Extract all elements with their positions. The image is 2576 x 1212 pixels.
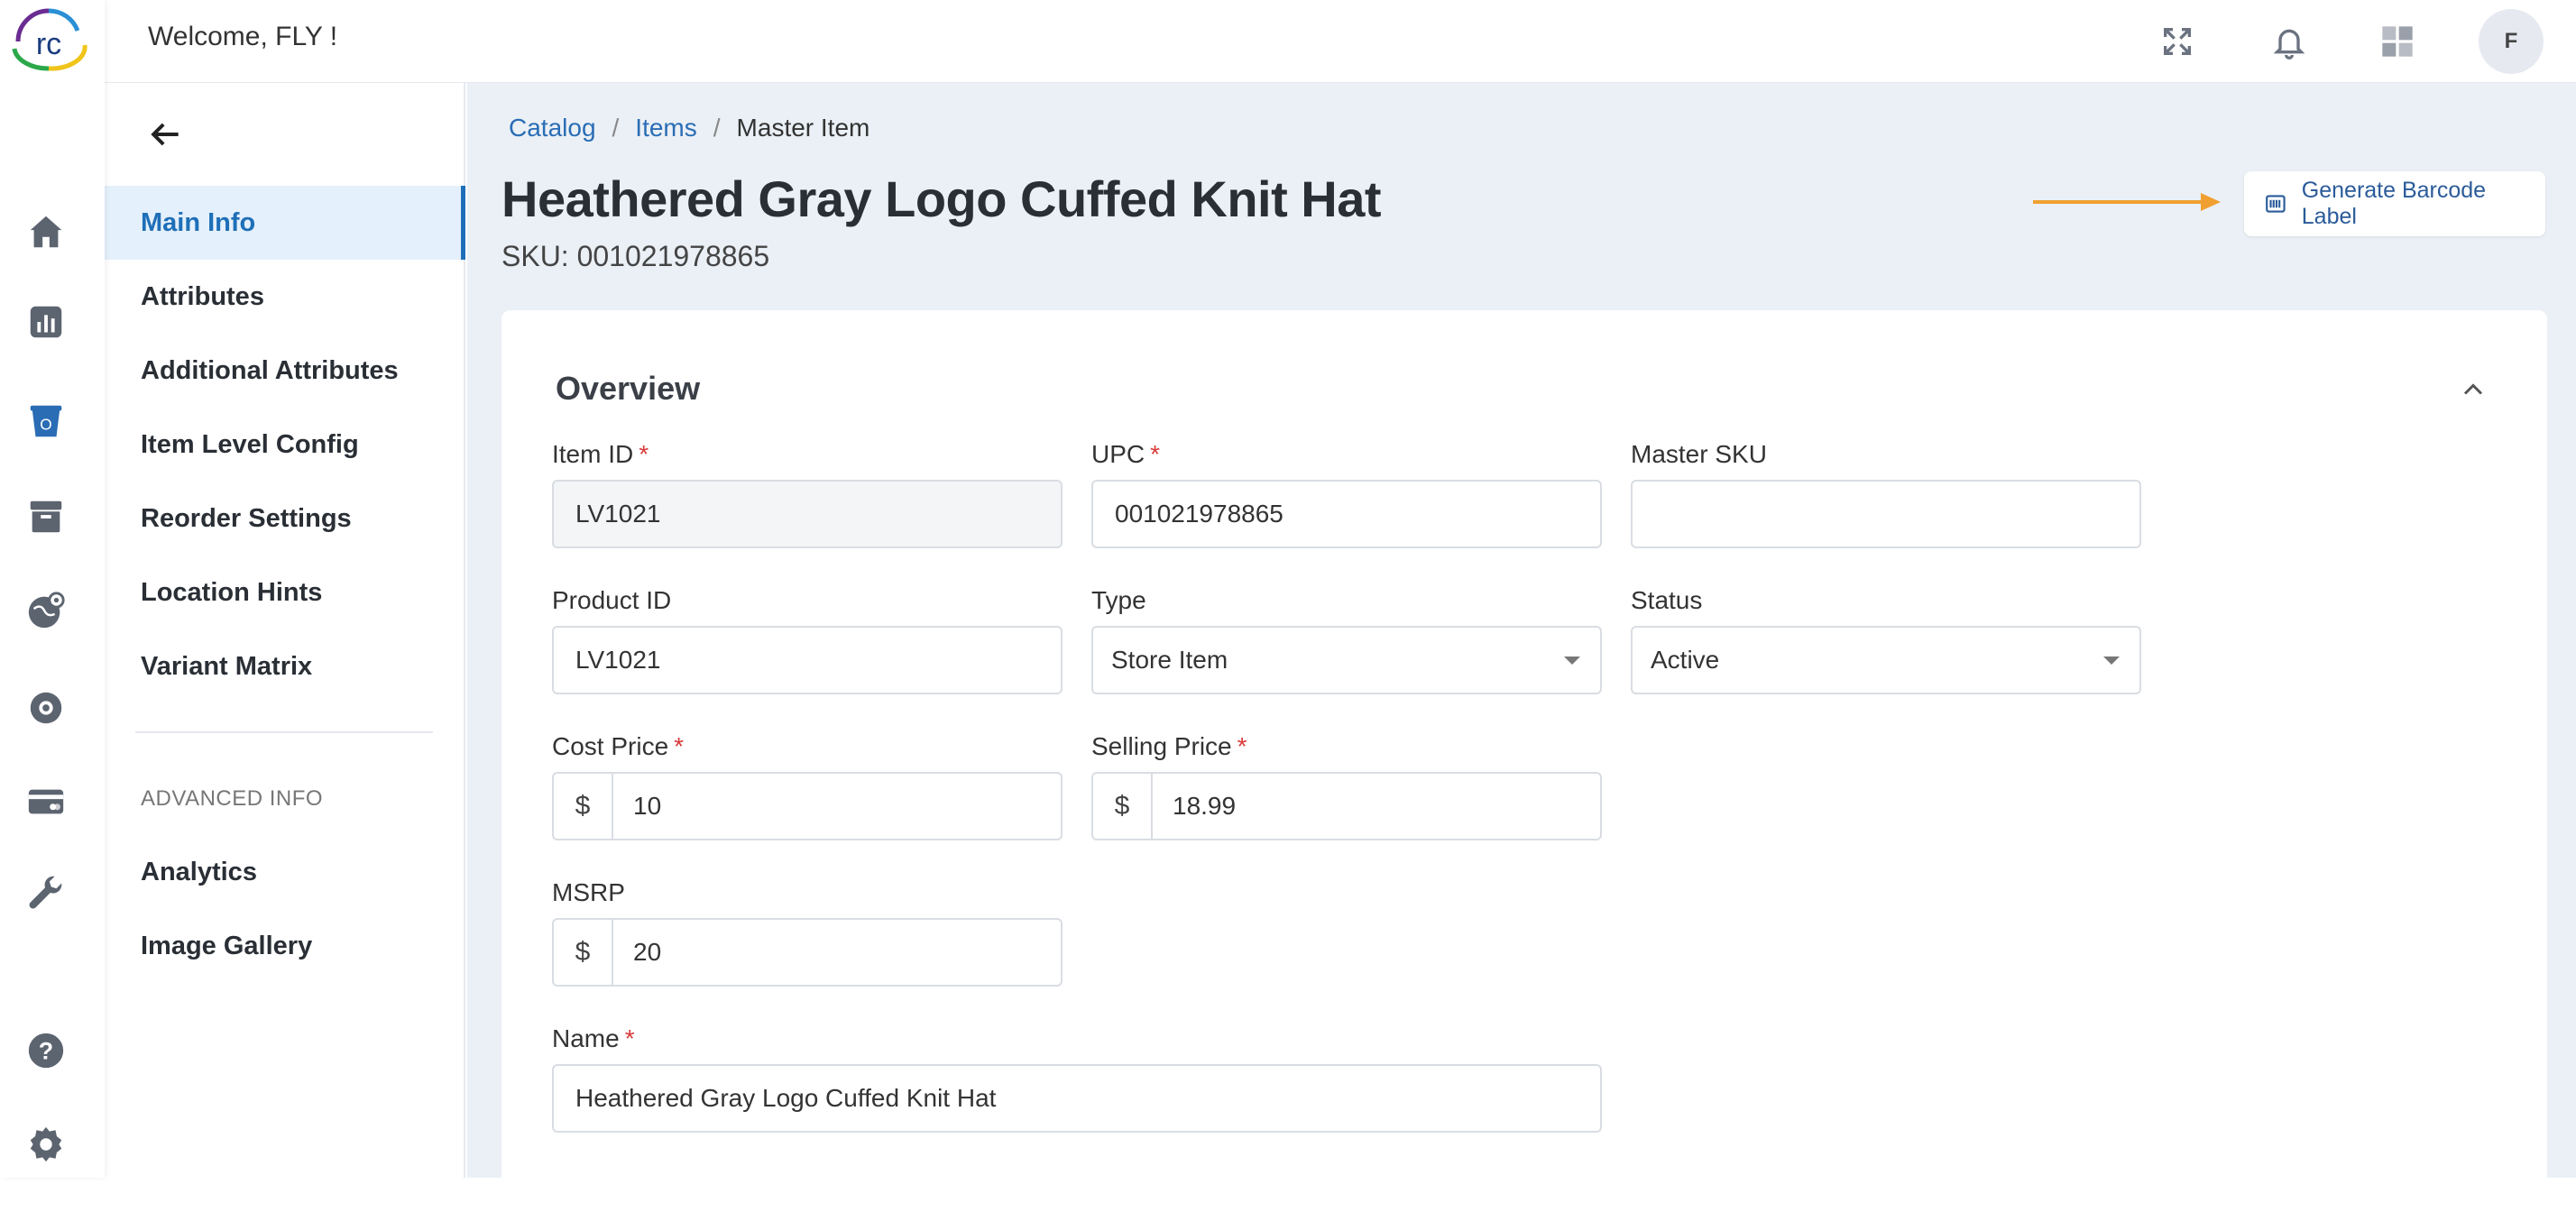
msrp-label: MSRP xyxy=(552,878,625,907)
badge-gear-icon[interactable] xyxy=(23,685,69,730)
breadcrumb-separator: / xyxy=(612,114,620,142)
logo-text: rc xyxy=(36,27,61,61)
nav-item-analytics[interactable]: Analytics xyxy=(105,835,465,909)
master-sku-field[interactable] xyxy=(1631,480,2141,548)
product-id-field[interactable]: LV1021 xyxy=(552,626,1063,694)
bell-icon[interactable] xyxy=(2264,16,2314,67)
breadcrumb-separator: / xyxy=(713,114,721,142)
analytics-chart-icon[interactable] xyxy=(23,299,69,344)
nav-divider xyxy=(135,731,433,733)
type-select-value: Store Item xyxy=(1111,646,1228,675)
product-id-label: Product ID xyxy=(552,586,671,615)
nav-item-image-gallery[interactable]: Image Gallery xyxy=(105,909,465,983)
currency-prefix: $ xyxy=(1093,774,1153,839)
name-label: Name* xyxy=(552,1024,635,1053)
nav-item-variant-matrix[interactable]: Variant Matrix xyxy=(105,629,465,703)
item-id-label: Item ID* xyxy=(552,440,649,469)
rc-logo[interactable]: rc xyxy=(5,5,92,74)
msrp-value[interactable]: 20 xyxy=(613,920,1061,985)
overview-title: Overview xyxy=(556,370,700,408)
pointer-arrow xyxy=(2033,191,2222,213)
chevron-down-icon xyxy=(1564,656,1580,665)
cost-price-field[interactable]: $ 10 xyxy=(552,772,1063,840)
breadcrumb-items[interactable]: Items xyxy=(635,114,696,142)
nav-item-item-level-config[interactable]: Item Level Config xyxy=(105,408,465,482)
upc-field[interactable]: 001021978865 xyxy=(1091,480,1602,548)
settings-gear-icon[interactable] xyxy=(23,1122,69,1167)
item-id-field[interactable]: LV1021 xyxy=(552,480,1063,548)
welcome-text: Welcome, FLY ! xyxy=(148,22,337,52)
generate-barcode-label-button[interactable]: Generate Barcode Label xyxy=(2244,171,2545,236)
type-select[interactable]: Store Item xyxy=(1091,626,1602,694)
cost-price-label: Cost Price* xyxy=(552,732,684,761)
nav-item-main-info[interactable]: Main Info xyxy=(105,186,465,260)
card-payment-icon[interactable] xyxy=(23,779,69,824)
selling-price-value[interactable]: 18.99 xyxy=(1153,774,1600,839)
wrench-icon[interactable] xyxy=(23,871,69,916)
status-select[interactable]: Active xyxy=(1631,626,2141,694)
overview-card: Overview Item ID* LV1021 UPC* 0010219788… xyxy=(501,310,2547,1212)
nav-item-attributes[interactable]: Attributes xyxy=(105,260,465,334)
nav-item-reorder-settings[interactable]: Reorder Settings xyxy=(105,482,465,556)
svg-text:O: O xyxy=(40,416,51,434)
globe-location-icon[interactable] xyxy=(23,588,69,633)
nav-section-advanced-info: ADVANCED INFO xyxy=(141,786,323,812)
svg-text:?: ? xyxy=(39,1038,53,1065)
back-arrow-icon[interactable] xyxy=(143,112,188,157)
type-label: Type xyxy=(1091,586,1146,615)
fullscreen-icon[interactable] xyxy=(2152,16,2203,67)
breadcrumb-current: Master Item xyxy=(737,114,870,142)
chevron-down-icon xyxy=(2103,656,2120,665)
currency-prefix: $ xyxy=(554,920,613,985)
page-title: Heathered Gray Logo Cuffed Knit Hat xyxy=(501,170,1381,228)
home-icon[interactable] xyxy=(23,209,69,254)
currency-prefix: $ xyxy=(554,774,613,839)
chevron-up-icon[interactable] xyxy=(2457,373,2489,406)
generate-barcode-label-text: Generate Barcode Label xyxy=(2302,178,2545,230)
sku-text: SKU: 001021978865 xyxy=(501,240,769,273)
status-label: Status xyxy=(1631,586,1702,615)
section-nav: Main Info Attributes Additional Attribut… xyxy=(105,83,465,1178)
user-avatar[interactable]: F xyxy=(2479,9,2544,74)
cost-price-value[interactable]: 10 xyxy=(613,774,1061,839)
upc-label: UPC* xyxy=(1091,440,1160,469)
selling-price-field[interactable]: $ 18.99 xyxy=(1091,772,1602,840)
top-bar: Welcome, FLY ! F xyxy=(105,0,2576,83)
barcode-icon xyxy=(2264,192,2287,216)
icon-rail: rc O ? xyxy=(0,0,105,1178)
main-content: Catalog / Items / Master Item Heathered … xyxy=(467,83,2576,1178)
breadcrumb: Catalog / Items / Master Item xyxy=(509,114,869,142)
apps-grid-icon[interactable] xyxy=(2372,16,2423,67)
nav-item-location-hints[interactable]: Location Hints xyxy=(105,556,465,629)
status-select-value: Active xyxy=(1651,646,1719,675)
master-sku-label: Master SKU xyxy=(1631,440,1767,469)
breadcrumb-catalog[interactable]: Catalog xyxy=(509,114,596,142)
help-icon[interactable]: ? xyxy=(23,1028,69,1073)
name-field[interactable]: Heathered Gray Logo Cuffed Knit Hat xyxy=(552,1064,1602,1133)
selling-price-label: Selling Price* xyxy=(1091,732,1247,761)
nav-item-additional-attributes[interactable]: Additional Attributes xyxy=(105,334,465,408)
msrp-field[interactable]: $ 20 xyxy=(552,918,1063,987)
catalog-bucket-icon[interactable]: O xyxy=(23,399,69,444)
archive-box-icon[interactable] xyxy=(23,494,69,539)
